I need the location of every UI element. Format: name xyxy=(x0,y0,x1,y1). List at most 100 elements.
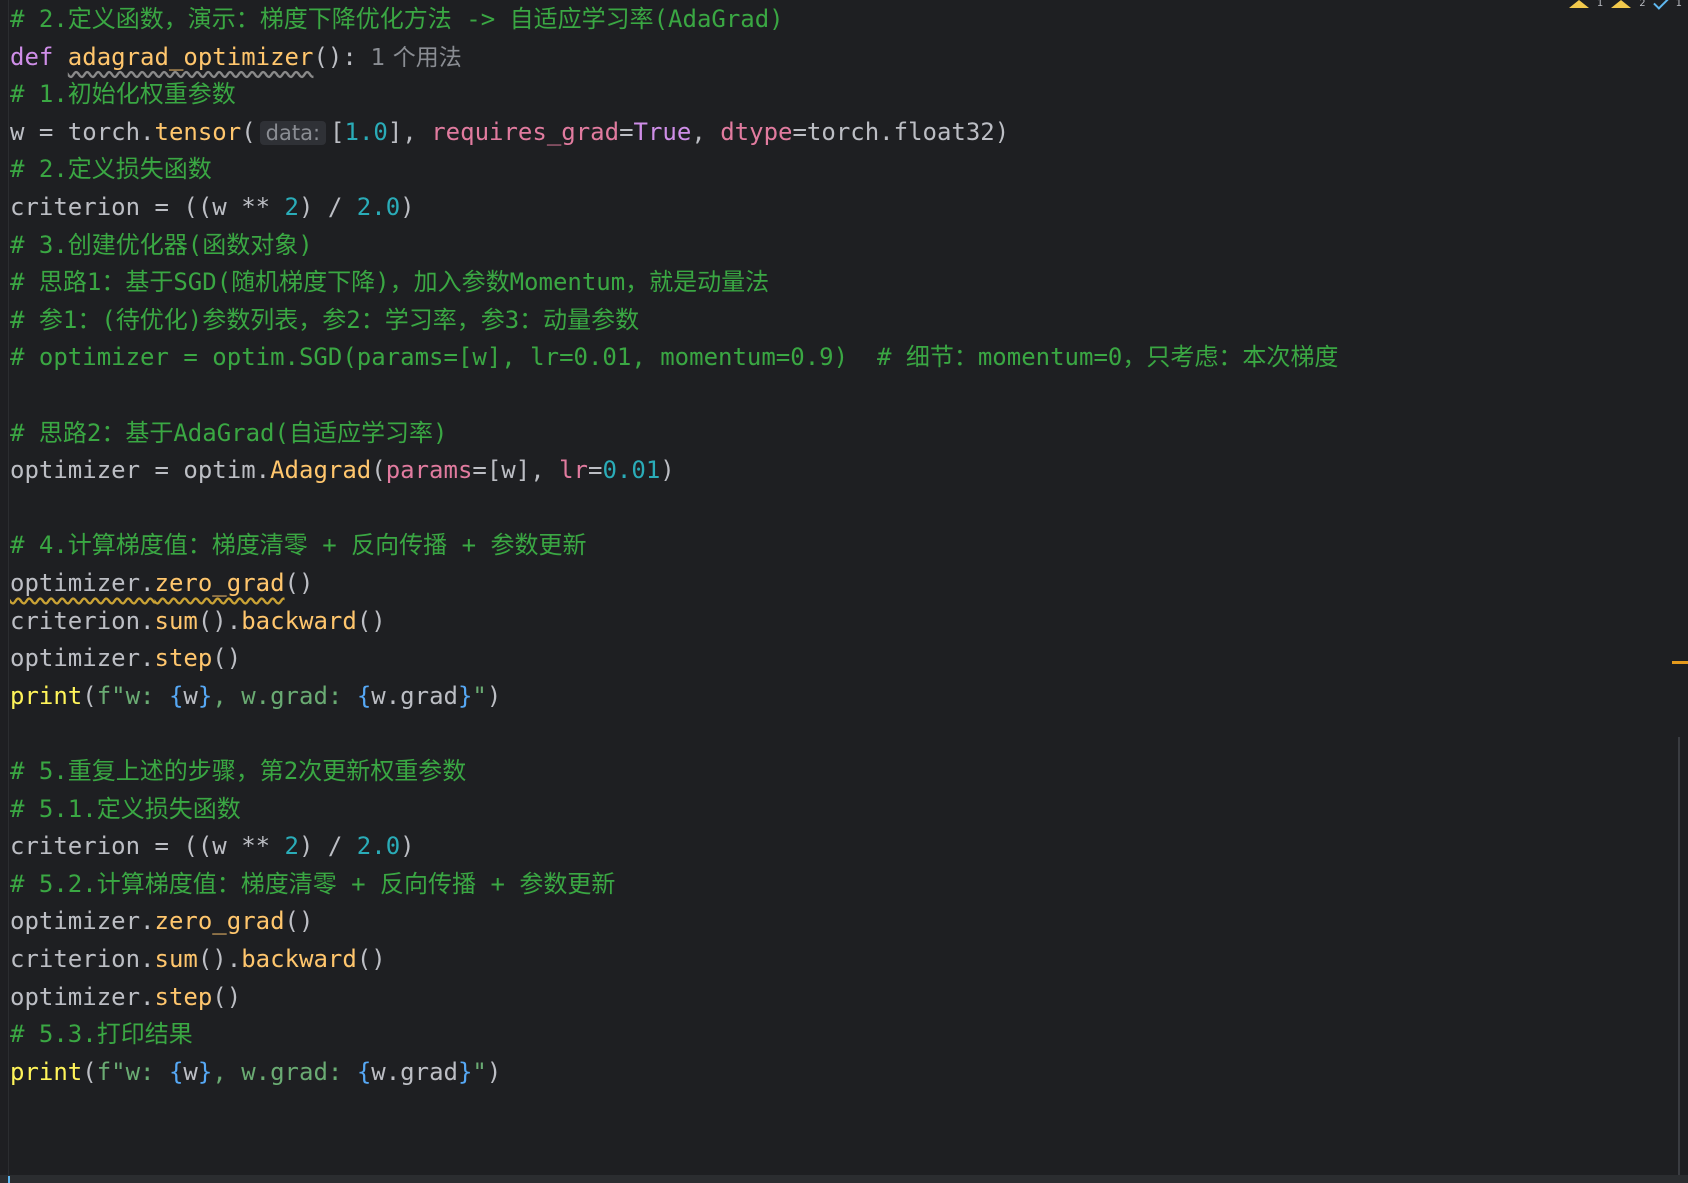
usage-count-hint[interactable]: 1 个用法 xyxy=(371,45,462,71)
code-line[interactable]: # 5.重复上述的步骤，第2次更新权重参数 xyxy=(10,752,466,790)
code-comment: # 参1：(待优化)参数列表，参2：学习率，参3：动量参数 xyxy=(10,305,640,334)
code-token: ( xyxy=(82,681,97,710)
inspection-status[interactable]: 1 2 1 xyxy=(1568,0,1682,10)
code-line[interactable]: # 参1：(待优化)参数列表，参2：学习率，参3：动量参数 xyxy=(10,301,639,339)
code-line[interactable]: # 4.计算梯度值：梯度清零 + 反向传播 + 参数更新 xyxy=(10,526,587,564)
code-token: ) xyxy=(400,193,415,221)
code-line[interactable]: optimizer.step() xyxy=(10,978,241,1016)
code-token: w.grad xyxy=(371,681,458,710)
function-name: adagrad_optimizer xyxy=(67,42,314,71)
code-token: () xyxy=(356,606,386,635)
code-line[interactable]: # 5.3.打印结果 xyxy=(10,1015,193,1053)
code-line[interactable]: optimizer.step() xyxy=(10,639,241,677)
code-token: , xyxy=(691,117,721,146)
code-token: w xyxy=(183,1057,198,1086)
code-token: criterion. xyxy=(10,945,155,973)
code-token: 0.01 xyxy=(602,456,661,485)
code-token: ) xyxy=(486,681,502,710)
code-token: } xyxy=(197,1057,213,1086)
warning-scroll-marker[interactable] xyxy=(1672,661,1688,664)
code-token: dtype xyxy=(720,117,793,146)
code-token: [ xyxy=(330,117,345,146)
code-token: ) / xyxy=(299,193,357,221)
code-token: sum xyxy=(154,606,198,635)
code-token: 2 xyxy=(284,193,299,221)
code-line[interactable]: criterion = ((w ** 2) / 2.0) xyxy=(10,827,415,865)
warning-count-a: 1 xyxy=(1596,0,1604,9)
code-comment: # 1.初始化权重参数 xyxy=(10,80,236,109)
code-comment: # 5.3.打印结果 xyxy=(10,1020,193,1049)
code-line[interactable]: optimizer.zero_grad() xyxy=(10,564,313,602)
code-line[interactable]: # 3.创建优化器(函数对象) xyxy=(10,226,313,264)
code-token: () xyxy=(356,945,386,973)
code-token: criterion = ((w ** xyxy=(10,193,285,221)
code-token: backward xyxy=(241,945,357,973)
code-token: criterion. xyxy=(10,606,155,635)
code-token: ) xyxy=(660,456,675,485)
code-token: f"w: xyxy=(96,681,169,710)
code-line[interactable]: criterion = ((w ** 2) / 2.0) xyxy=(10,188,415,226)
code-token: backward xyxy=(241,606,357,635)
code-token: } xyxy=(457,1057,473,1086)
vertical-scrollbar[interactable] xyxy=(1678,737,1680,1177)
code-token: params xyxy=(385,456,473,485)
code-line[interactable]: # 思路2：基于AdaGrad(自适应学习率) xyxy=(10,414,447,452)
code-token: 1.0 xyxy=(344,117,388,146)
check-count: 1 xyxy=(1675,0,1682,9)
code-token: ( xyxy=(241,117,256,146)
code-token: (). xyxy=(197,945,242,973)
code-token: } xyxy=(457,681,473,710)
code-comment: # 5.1.定义损失函数 xyxy=(10,794,241,823)
code-line[interactable]: # optimizer = optim.SGD(params=[w], lr=0… xyxy=(10,338,1338,376)
code-comment: # 5.2.计算梯度值：梯度清零 + 反向传播 + 参数更新 xyxy=(10,869,616,898)
code-token: (). xyxy=(197,606,242,635)
code-line[interactable]: optimizer = optim.Adagrad(params=[w], lr… xyxy=(10,451,675,489)
code-line[interactable]: w = torch.tensor(data: [1.0], requires_gr… xyxy=(10,113,1009,151)
code-token: optimizer. xyxy=(10,982,155,1011)
check-icon[interactable] xyxy=(1652,0,1669,10)
code-line[interactable]: # 2.定义函数，演示：梯度下降优化方法 -> 自适应学习率(AdaGrad) xyxy=(10,0,784,38)
code-line[interactable]: # 2.定义损失函数 xyxy=(10,150,212,188)
code-token: { xyxy=(168,681,184,710)
code-token: () xyxy=(284,569,314,597)
code-line[interactable]: # 1.初始化权重参数 xyxy=(10,75,236,113)
code-line[interactable]: def adagrad_optimizer(): 1 个用法 xyxy=(10,38,462,76)
code-token: zero_grad xyxy=(154,569,285,597)
code-token: ( xyxy=(371,456,386,485)
code-line[interactable]: # 思路1：基于SGD(随机梯度下降)，加入参数Momentum，就是动量法 xyxy=(10,263,769,301)
code-token: Adagrad xyxy=(270,456,372,485)
code-token: ) / xyxy=(299,832,357,861)
code-line[interactable]: # 5.2.计算梯度值：梯度清零 + 反向传播 + 参数更新 xyxy=(10,865,615,903)
code-token: ) xyxy=(400,832,415,861)
weak-warning-icon[interactable] xyxy=(1611,0,1632,8)
code-token: ( xyxy=(82,1057,97,1086)
code-token: optimizer. xyxy=(10,644,155,673)
code-token: ], xyxy=(387,117,432,146)
code-line[interactable]: # 5.1.定义损失函数 xyxy=(10,790,241,828)
code-token: True xyxy=(633,117,692,146)
code-token: (): xyxy=(313,42,357,71)
code-line[interactable]: print(f"w: {w}, w.grad: {w.grad}") xyxy=(10,677,501,715)
warning-icon[interactable] xyxy=(1568,0,1589,8)
code-token: =torch.float32) xyxy=(792,117,1010,146)
code-token: () xyxy=(284,907,314,936)
code-token: w = torch. xyxy=(10,117,155,146)
code-token: w.grad xyxy=(371,1057,458,1086)
code-comment: # 3.创建优化器(函数对象) xyxy=(10,230,313,259)
code-token: step xyxy=(154,644,213,673)
code-line[interactable]: criterion.sum().backward() xyxy=(10,602,386,640)
code-token: requires_grad xyxy=(431,117,620,146)
warning-count-b: 2 xyxy=(1639,0,1646,9)
code-token: { xyxy=(356,681,372,710)
code-token: 2 xyxy=(284,832,299,861)
code-token: { xyxy=(168,1057,184,1086)
code-editor[interactable]: 1 2 1 # 2.定义函数，演示：梯度下降优化方法 -> 自适应学习率(Ada… xyxy=(0,0,1688,1183)
caret-marker xyxy=(8,1176,10,1183)
code-line[interactable]: print(f"w: {w}, w.grad: {w.grad}") xyxy=(10,1053,501,1091)
code-token: tensor xyxy=(154,117,242,146)
code-line[interactable]: criterion.sum().backward() xyxy=(10,940,386,978)
code-line[interactable]: optimizer.zero_grad() xyxy=(10,902,313,940)
horizontal-scrollbar[interactable] xyxy=(0,1175,1688,1183)
param-inlay-hint: data: xyxy=(259,120,327,145)
code-comment: # 4.计算梯度值：梯度清零 + 反向传播 + 参数更新 xyxy=(10,531,587,560)
